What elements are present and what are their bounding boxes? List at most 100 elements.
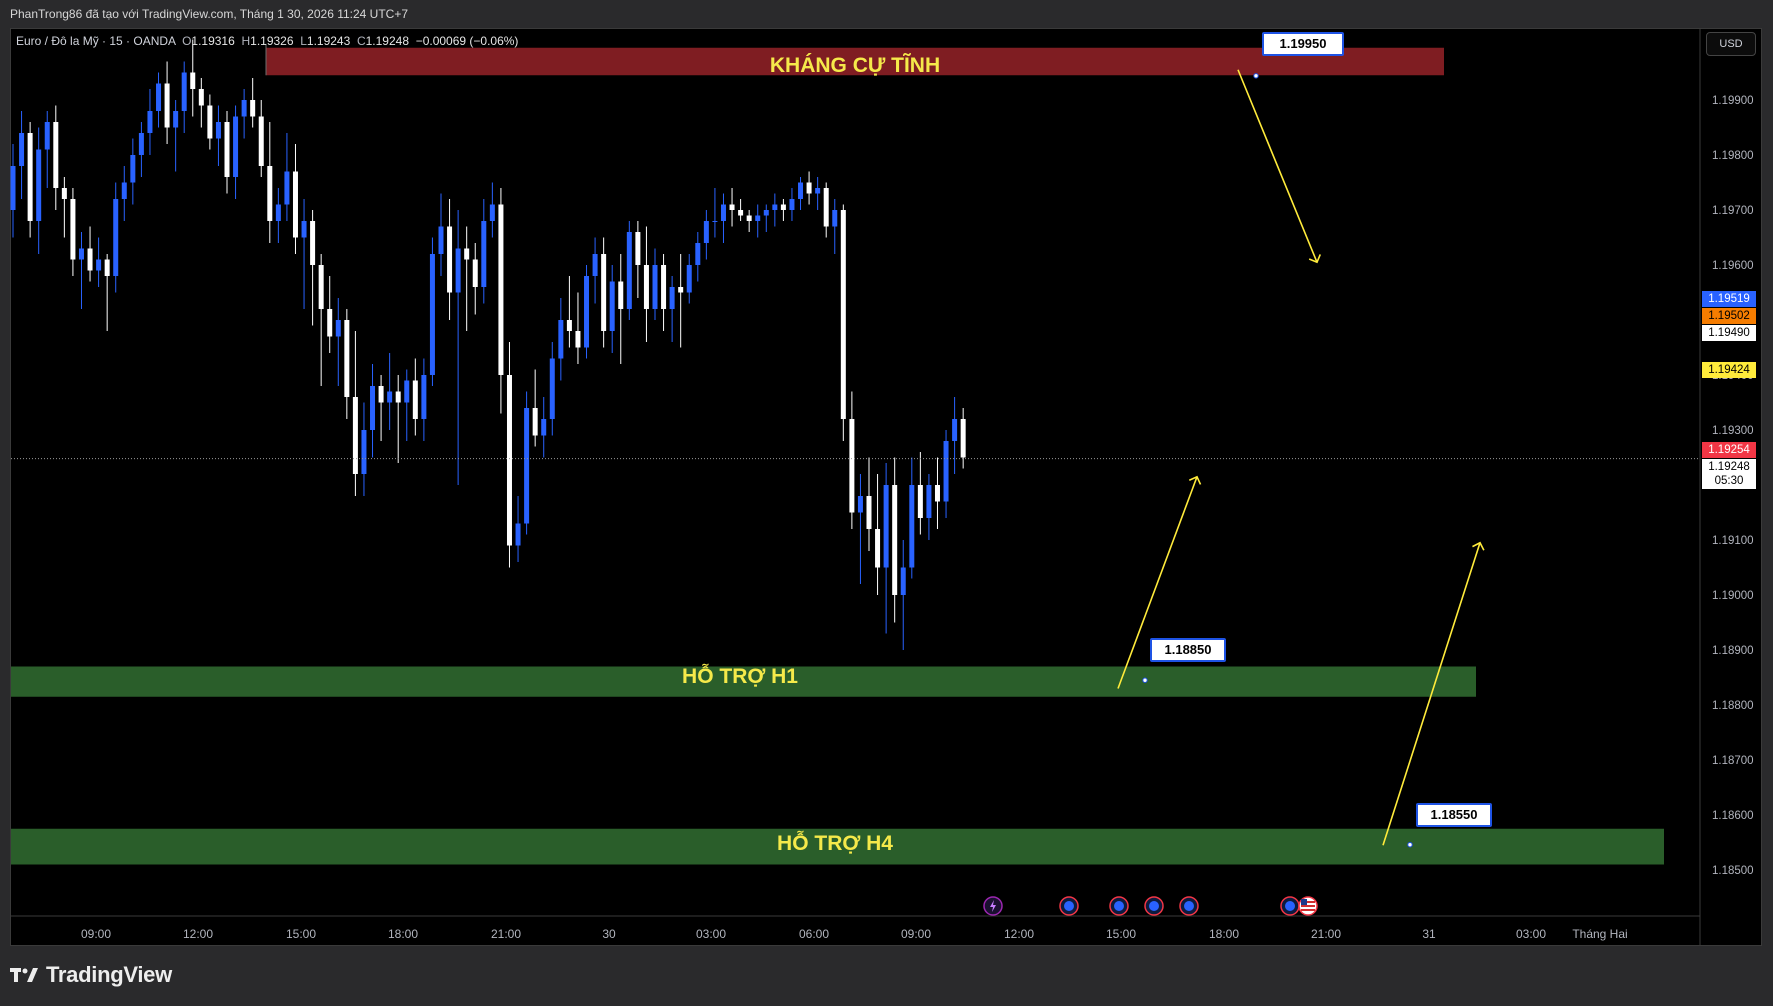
candle-body [36, 149, 42, 221]
candle-body [327, 309, 333, 337]
price-tick-label: 1.19900 [1712, 95, 1754, 107]
candle-body [352, 397, 358, 474]
support-h1-price-callout[interactable]: 1.18850 [1150, 638, 1226, 662]
candle-body [147, 111, 153, 133]
candle-body [10, 166, 16, 210]
candle-body [412, 380, 418, 419]
support-h4-price-callout[interactable]: 1.18550 [1416, 803, 1492, 827]
candle-body [19, 133, 25, 166]
event-icon-core [1149, 901, 1159, 911]
price-tag: 1.19490 [1702, 325, 1756, 341]
candle-body [464, 248, 470, 260]
candle-body [421, 375, 427, 419]
symbol-name[interactable]: Euro / Đô la Mỹ · 15 · OANDA [16, 34, 175, 48]
candle-body [284, 171, 290, 205]
economic-event-icon[interactable] [1109, 896, 1129, 916]
candle-body [164, 83, 170, 128]
candle-body [481, 221, 487, 287]
candle-body [472, 259, 478, 287]
candle-body [626, 232, 632, 309]
candle-body [703, 221, 709, 243]
candle-body [378, 386, 384, 403]
callout-anchor-dot [1142, 677, 1148, 683]
candle-body [635, 232, 641, 265]
resistance-price-callout[interactable]: 1.19950 [1262, 32, 1344, 56]
candle-body [310, 221, 316, 265]
price-tick-label: 1.19300 [1712, 425, 1754, 437]
economic-event-icon[interactable] [1144, 896, 1164, 916]
resistance-zone-label: KHÁNG CỰ TĨNH [769, 54, 941, 77]
candle-body [87, 248, 93, 271]
candle-body [387, 391, 393, 403]
chart-canvas[interactable]: 1.199001.198001.197001.196001.194001.193… [0, 0, 1773, 946]
time-tick-label: 09:00 [81, 927, 111, 941]
time-tick-label: 09:00 [901, 927, 931, 941]
time-tick-label: 12:00 [183, 927, 213, 941]
candle-body [746, 215, 752, 221]
price-tick-label: 1.19100 [1712, 535, 1754, 547]
candle-body [113, 199, 119, 276]
price-tick-label: 1.19000 [1712, 590, 1754, 602]
event-icon-core [1114, 901, 1124, 911]
time-tick-label: 15:00 [1106, 927, 1136, 941]
symbol-legend[interactable]: Euro / Đô la Mỹ · 15 · OANDA O1.19316 H1… [16, 34, 518, 48]
price-tick-label: 1.18500 [1712, 865, 1754, 877]
candle-body [78, 248, 84, 260]
candle-body [900, 567, 906, 595]
candle-body [27, 133, 33, 221]
candle-body [429, 254, 435, 375]
candle-body [686, 265, 692, 293]
candle-body [44, 122, 50, 150]
currency-button[interactable]: USD [1706, 32, 1756, 56]
economic-event-icon[interactable] [1179, 896, 1199, 916]
price-tick-label: 1.19700 [1712, 205, 1754, 217]
price-tick-label: 1.18900 [1712, 645, 1754, 657]
time-tick-label: 18:00 [388, 927, 418, 941]
candle-body [875, 529, 881, 568]
economic-event-icon[interactable] [1059, 896, 1079, 916]
candle-body [447, 226, 453, 293]
candle-body [806, 182, 812, 194]
candle-body [601, 254, 607, 331]
price-tag: 1.19502 [1702, 308, 1756, 324]
candle-body [883, 485, 889, 568]
candle-body [798, 182, 804, 199]
economic-event-icon[interactable] [1280, 896, 1300, 916]
candle-body [669, 287, 675, 309]
candle-body [250, 100, 256, 117]
candle-body [215, 122, 221, 139]
lightning-icon[interactable] [983, 896, 1003, 916]
change-value: −0.00069 (−0.06%) [415, 34, 519, 48]
us-flag-stripe [1301, 909, 1315, 911]
time-tick-label: 21:00 [1311, 927, 1341, 941]
candle-body [541, 419, 547, 436]
candle-body [301, 221, 307, 238]
candle-body [558, 320, 564, 359]
candle-body [130, 155, 136, 183]
candle-body [566, 320, 572, 331]
price-tag: 1.19254 [1702, 442, 1756, 458]
candle-body [70, 199, 76, 260]
candle-body [609, 281, 615, 331]
candle-body [575, 331, 581, 348]
candle-body [275, 204, 281, 221]
projection-arrow [1237, 69, 1322, 264]
us-flag-icon[interactable] [1298, 896, 1318, 916]
candle-body [361, 430, 367, 474]
candle-body [207, 105, 213, 139]
candle-body [584, 276, 590, 348]
support-h1-zone-label: HỖ TRỢ H1 [682, 665, 798, 688]
time-tick-label: 03:00 [696, 927, 726, 941]
tradingview-logo[interactable]: TradingView [10, 962, 172, 988]
candle-body [318, 265, 324, 309]
time-tick-label: 15:00 [286, 927, 316, 941]
candle-body [455, 248, 461, 293]
time-tick-label: 12:00 [1004, 927, 1034, 941]
candle-body [892, 485, 898, 595]
candle-body [233, 116, 239, 177]
candle-body [592, 254, 598, 276]
candle-body [258, 116, 264, 166]
candle-body [857, 496, 863, 513]
callout-anchor-dot [1407, 842, 1413, 848]
event-icon-core [1285, 901, 1295, 911]
